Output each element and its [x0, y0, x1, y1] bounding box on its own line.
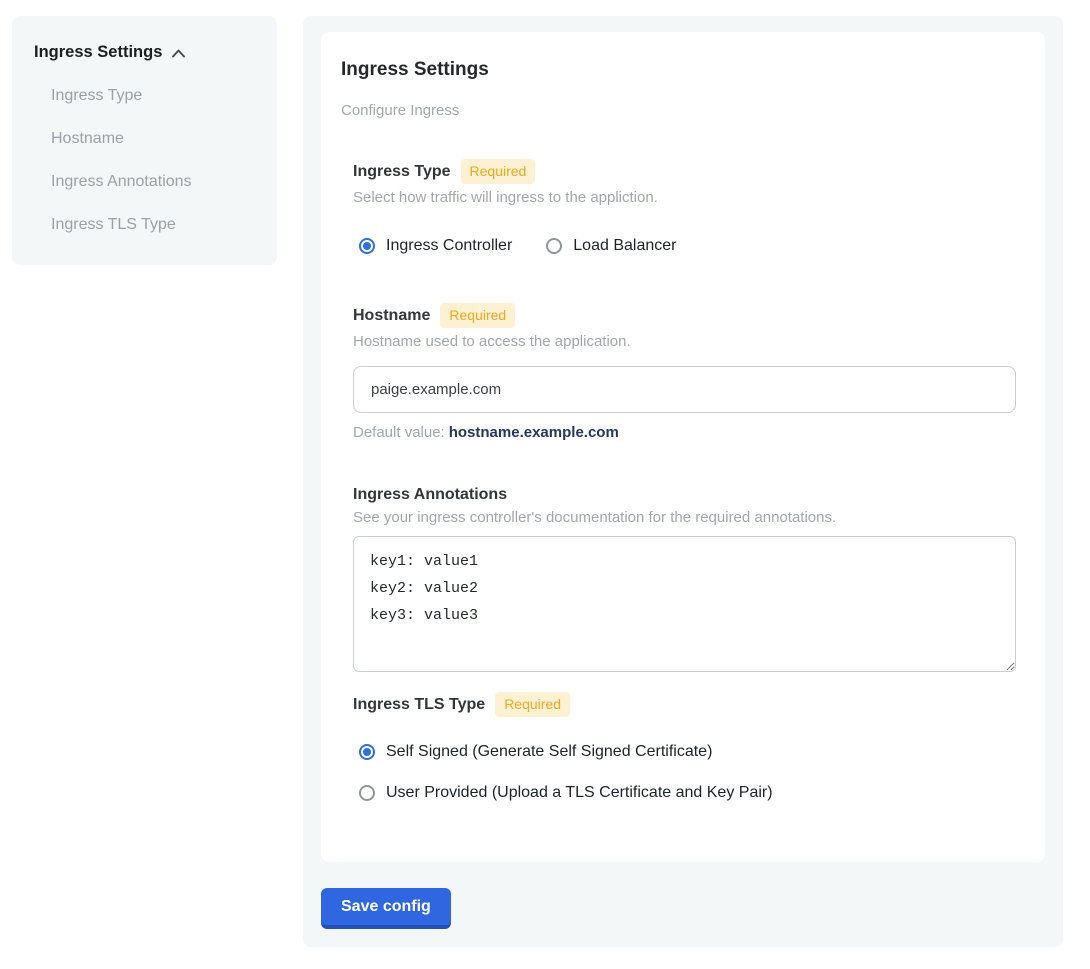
radio-label: User Provided (Upload a TLS Certificate … — [386, 783, 773, 803]
save-config-button[interactable]: Save config — [321, 888, 451, 929]
hostname-input[interactable] — [353, 366, 1016, 413]
config-area: Ingress Settings Configure Ingress Ingre… — [303, 16, 1063, 947]
radio-button-icon — [546, 238, 562, 254]
section-ingress-type: Ingress Type Required Select how traffic… — [353, 159, 1025, 256]
annotations-textarea[interactable]: key1: value1 key2: value2 key3: value3 — [353, 536, 1016, 672]
default-value-text: hostname.example.com — [449, 424, 619, 441]
hostname-help: Hostname used to access the application. — [353, 333, 1025, 351]
radio-load-balancer[interactable]: Load Balancer — [546, 236, 676, 256]
sidebar-item-ingress-annotations[interactable]: Ingress Annotations — [51, 173, 255, 191]
sidebar-group-title: Ingress Settings — [34, 43, 162, 62]
sidebar-group-toggle[interactable]: Ingress Settings — [34, 43, 255, 62]
radio-label: Self Signed (Generate Self Signed Certif… — [386, 742, 712, 762]
tls-type-label: Ingress TLS Type — [353, 695, 485, 714]
radio-user-provided[interactable]: User Provided (Upload a TLS Certificate … — [359, 783, 1025, 803]
page-subtitle: Configure Ingress — [341, 102, 1025, 120]
radio-ingress-controller[interactable]: Ingress Controller — [359, 236, 512, 256]
config-card: Ingress Settings Configure Ingress Ingre… — [321, 32, 1045, 862]
sidebar-item-ingress-type[interactable]: Ingress Type — [51, 87, 255, 105]
ingress-type-label: Ingress Type — [353, 162, 451, 181]
radio-label: Ingress Controller — [386, 236, 512, 256]
chevron-up-icon — [171, 48, 186, 59]
radio-button-icon — [359, 744, 375, 760]
required-badge: Required — [440, 303, 515, 328]
hostname-default-line: Default value:hostname.example.com — [353, 424, 1025, 442]
required-badge: Required — [461, 159, 536, 184]
annotations-label: Ingress Annotations — [353, 485, 507, 504]
sidebar-item-ingress-tls-type[interactable]: Ingress TLS Type — [51, 216, 255, 234]
section-hostname: Hostname Required Hostname used to acces… — [353, 303, 1025, 442]
ingress-type-help: Select how traffic will ingress to the a… — [353, 189, 1025, 207]
section-ingress-annotations: Ingress Annotations See your ingress con… — [353, 485, 1025, 672]
sidebar: Ingress Settings Ingress Type Hostname I… — [12, 16, 277, 265]
radio-button-icon — [359, 238, 375, 254]
hostname-label: Hostname — [353, 306, 430, 325]
required-badge: Required — [495, 692, 570, 717]
radio-label: Load Balancer — [573, 236, 676, 256]
section-ingress-tls-type: Ingress TLS Type Required Self Signed (G… — [353, 692, 1025, 803]
default-value-prefix: Default value: — [353, 424, 445, 441]
radio-self-signed[interactable]: Self Signed (Generate Self Signed Certif… — [359, 742, 1025, 762]
radio-button-icon — [359, 785, 375, 801]
page-title: Ingress Settings — [341, 59, 1025, 81]
sidebar-item-hostname[interactable]: Hostname — [51, 130, 255, 148]
annotations-help: See your ingress controller's documentat… — [353, 509, 1025, 527]
